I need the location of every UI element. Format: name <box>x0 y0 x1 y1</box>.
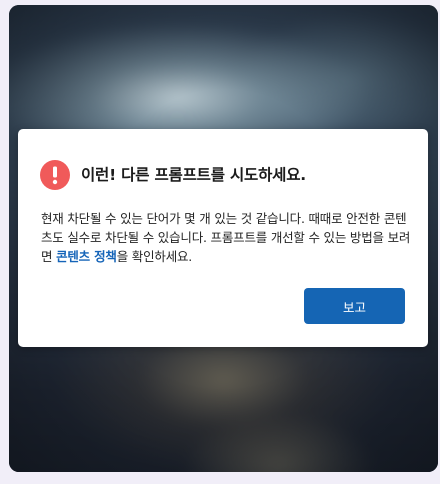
alert-icon <box>40 160 70 190</box>
content-policy-link[interactable]: 콘텐츠 정책 <box>56 249 117 264</box>
blocked-prompt-dialog: 이런! 다른 프롬프트를 시도하세요. 현재 차단될 수 있는 단어가 몇 개 … <box>18 129 428 347</box>
dialog-message: 현재 차단될 수 있는 단어가 몇 개 있는 것 같습니다. 때때로 안전한 콘… <box>41 209 413 266</box>
ok-button[interactable]: 보고 <box>304 288 405 324</box>
message-text-end: 을 확인하세요. <box>116 249 193 264</box>
dialog-title: 이런! 다른 프롬프트를 시도하세요. <box>81 166 306 184</box>
